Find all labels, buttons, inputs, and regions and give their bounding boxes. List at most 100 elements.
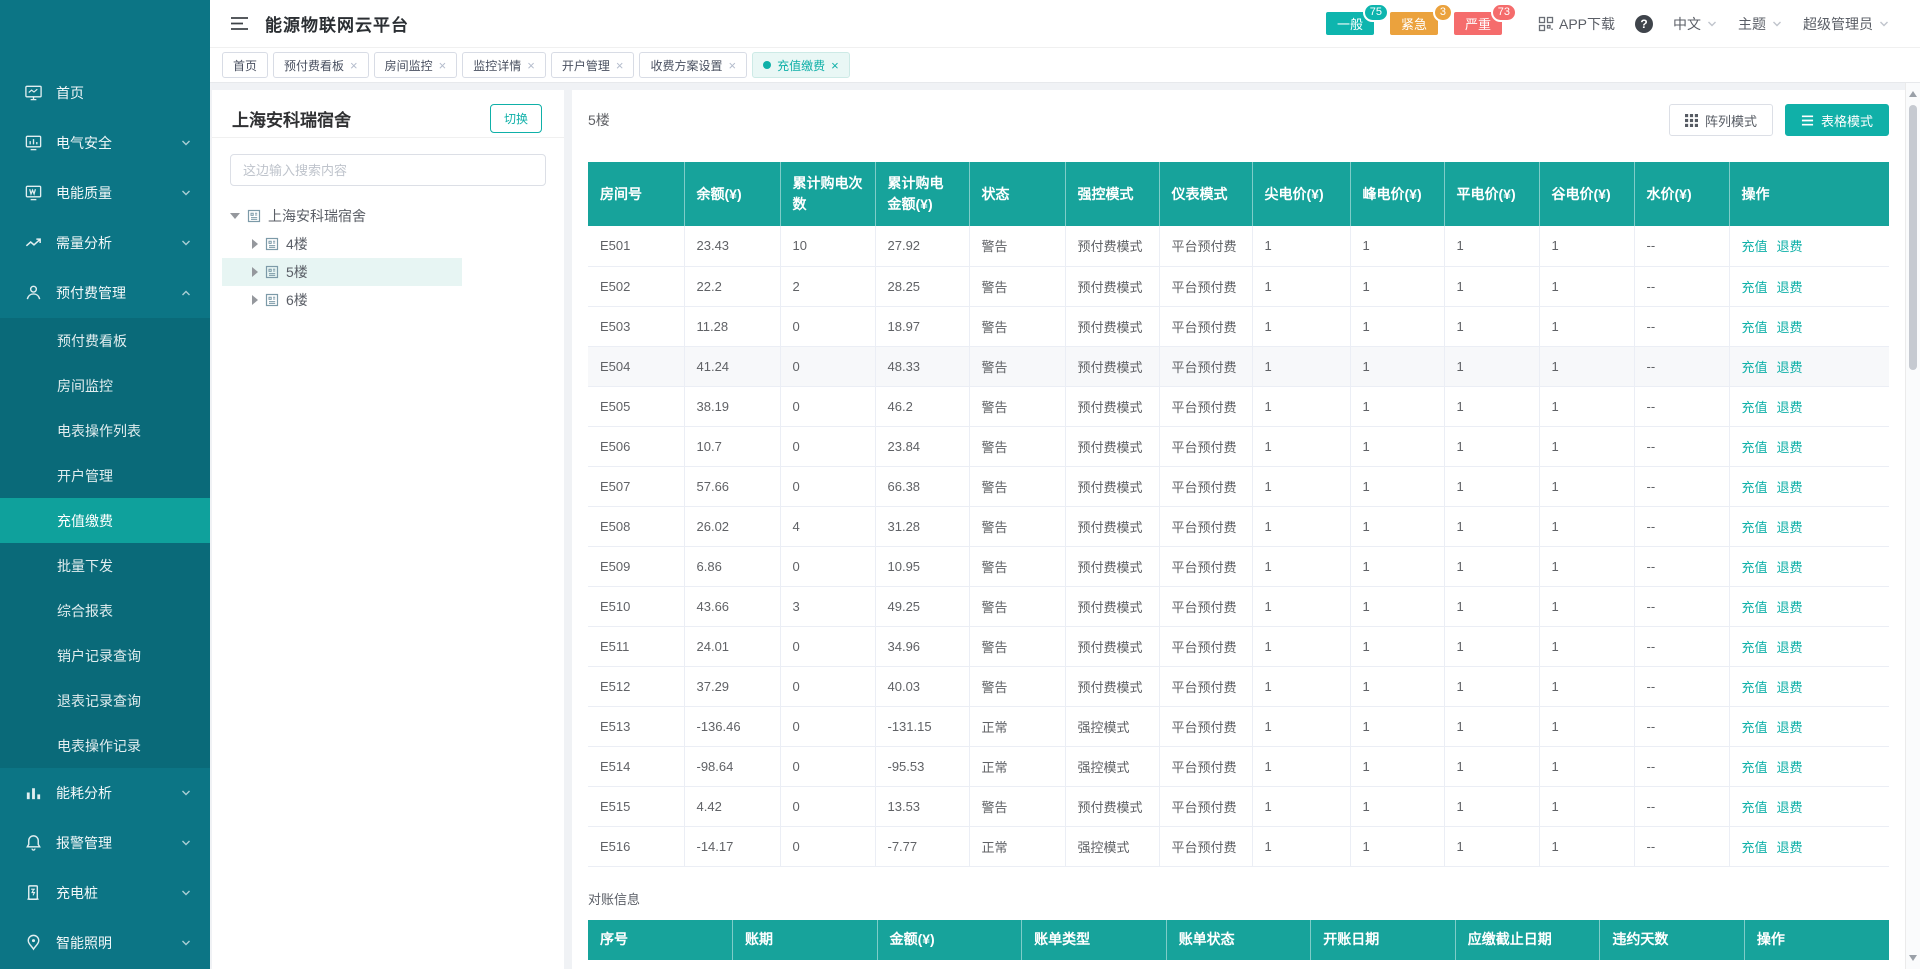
tab-room-monitor[interactable]: 房间监控× bbox=[374, 52, 458, 78]
recharge-link[interactable]: 充值 bbox=[1742, 640, 1768, 655]
sidebar-item-prepaid-dashboard[interactable]: 预付费看板 bbox=[0, 318, 210, 363]
refund-link[interactable]: 退费 bbox=[1777, 640, 1803, 655]
sidebar-item-home[interactable]: 首页 bbox=[0, 68, 210, 118]
sidebar-item-meter-operation-list[interactable]: 电表操作列表 bbox=[0, 408, 210, 453]
active-tab-dot-icon bbox=[763, 61, 771, 69]
recharge-link[interactable]: 充值 bbox=[1742, 400, 1768, 415]
table-cell: 1 bbox=[1539, 746, 1634, 786]
recharge-link[interactable]: 充值 bbox=[1742, 360, 1768, 375]
sidebar-item-account-close-query[interactable]: 销户记录查询 bbox=[0, 633, 210, 678]
recharge-link[interactable]: 充值 bbox=[1742, 720, 1768, 735]
theme-select[interactable]: 主题 bbox=[1738, 14, 1783, 34]
vertical-scrollbar[interactable] bbox=[1905, 83, 1920, 969]
caret-right-icon[interactable] bbox=[252, 267, 258, 277]
app-download-button[interactable]: APP下载 bbox=[1538, 14, 1615, 34]
refund-link[interactable]: 退费 bbox=[1777, 360, 1803, 375]
switch-building-button[interactable]: 切换 bbox=[490, 104, 542, 133]
recharge-link[interactable]: 充值 bbox=[1742, 680, 1768, 695]
recharge-link[interactable]: 充值 bbox=[1742, 600, 1768, 615]
collapse-menu-icon[interactable] bbox=[230, 16, 249, 31]
tab-home[interactable]: 首页 bbox=[222, 52, 268, 78]
table-cell: 1 bbox=[1444, 786, 1539, 826]
refund-link[interactable]: 退费 bbox=[1777, 239, 1803, 254]
tree-node-floor[interactable]: 4楼 bbox=[222, 230, 462, 258]
table-cell: 警告 bbox=[969, 426, 1065, 466]
recharge-link[interactable]: 充值 bbox=[1742, 760, 1768, 775]
sidebar-item-meter-operation-record[interactable]: 电表操作记录 bbox=[0, 723, 210, 768]
refund-link[interactable]: 退费 bbox=[1777, 560, 1803, 575]
table-cell: -- bbox=[1634, 666, 1729, 706]
tree-search-input[interactable] bbox=[230, 154, 546, 186]
sidebar-item-meter-return-query[interactable]: 退表记录查询 bbox=[0, 678, 210, 723]
recharge-link[interactable]: 充值 bbox=[1742, 560, 1768, 575]
refund-link[interactable]: 退费 bbox=[1777, 320, 1803, 335]
sidebar-item-account-open[interactable]: 开户管理 bbox=[0, 453, 210, 498]
recharge-link[interactable]: 充值 bbox=[1742, 520, 1768, 535]
refund-link[interactable]: 退费 bbox=[1777, 280, 1803, 295]
refund-link[interactable]: 退费 bbox=[1777, 720, 1803, 735]
chevron-down-icon bbox=[180, 137, 192, 149]
app-download-label: APP下载 bbox=[1559, 14, 1615, 34]
sidebar-item-charging-pile[interactable]: 充电桩 bbox=[0, 868, 210, 918]
tree-node-root[interactable]: 上海安科瑞宿舍 bbox=[222, 202, 462, 230]
close-icon[interactable]: × bbox=[439, 59, 447, 72]
caret-right-icon[interactable] bbox=[252, 295, 258, 305]
grid-mode-button[interactable]: 阵列模式 bbox=[1669, 104, 1773, 136]
scroll-up-icon[interactable] bbox=[1909, 91, 1917, 97]
alarm-badge-urgent[interactable]: 紧急3 bbox=[1390, 12, 1438, 35]
alarm-badge-general[interactable]: 一般75 bbox=[1326, 12, 1374, 35]
sidebar-item-electric-safety[interactable]: 电气安全 bbox=[0, 118, 210, 168]
sidebar-item-prepaid-management[interactable]: 预付费管理 bbox=[0, 268, 210, 318]
caret-down-icon[interactable] bbox=[230, 213, 240, 219]
close-icon[interactable]: × bbox=[728, 59, 736, 72]
caret-right-icon[interactable] bbox=[252, 239, 258, 249]
recharge-link[interactable]: 充值 bbox=[1742, 840, 1768, 855]
refund-link[interactable]: 退费 bbox=[1777, 440, 1803, 455]
close-icon[interactable]: × bbox=[616, 59, 624, 72]
refund-link[interactable]: 退费 bbox=[1777, 760, 1803, 775]
tree-node-floor[interactable]: 5楼 bbox=[222, 258, 462, 286]
sidebar-subitem-label: 预付费看板 bbox=[57, 331, 127, 351]
sidebar-item-alarm-management[interactable]: 报警管理 bbox=[0, 818, 210, 868]
tree-node-floor[interactable]: 6楼 bbox=[222, 286, 462, 314]
tab-account-open[interactable]: 开户管理× bbox=[551, 52, 635, 78]
close-icon[interactable]: × bbox=[527, 59, 535, 72]
table-cell: 66.38 bbox=[875, 466, 969, 506]
refund-link[interactable]: 退费 bbox=[1777, 400, 1803, 415]
refund-link[interactable]: 退费 bbox=[1777, 680, 1803, 695]
recharge-link[interactable]: 充值 bbox=[1742, 239, 1768, 254]
sidebar-item-room-monitor[interactable]: 房间监控 bbox=[0, 363, 210, 408]
sidebar-item-recharge-pay[interactable]: 充值缴费 bbox=[0, 498, 210, 543]
sidebar-item-power-quality[interactable]: 电能质量 bbox=[0, 168, 210, 218]
recharge-link[interactable]: 充值 bbox=[1742, 800, 1768, 815]
recharge-link[interactable]: 充值 bbox=[1742, 280, 1768, 295]
column-header: 账期 bbox=[733, 920, 878, 960]
alarm-badge-critical[interactable]: 严重73 bbox=[1454, 12, 1502, 35]
tab-prepaid-dashboard[interactable]: 预付费看板× bbox=[273, 52, 369, 78]
user-menu[interactable]: 超级管理员 bbox=[1803, 14, 1890, 34]
recharge-link[interactable]: 充值 bbox=[1742, 320, 1768, 335]
sidebar-item-energy-analysis[interactable]: 能耗分析 bbox=[0, 768, 210, 818]
table-mode-button[interactable]: 表格模式 bbox=[1785, 104, 1889, 136]
sidebar-item-comprehensive-report[interactable]: 综合报表 bbox=[0, 588, 210, 633]
tab-monitor-detail[interactable]: 监控详情× bbox=[462, 52, 546, 78]
tab-recharge-pay[interactable]: 充值缴费× bbox=[752, 52, 850, 78]
scrollbar-thumb[interactable] bbox=[1909, 105, 1917, 370]
sidebar-item-batch-dispatch[interactable]: 批量下发 bbox=[0, 543, 210, 588]
close-icon[interactable]: × bbox=[350, 59, 358, 72]
help-icon[interactable]: ? bbox=[1635, 15, 1653, 33]
refund-link[interactable]: 退费 bbox=[1777, 840, 1803, 855]
refund-link[interactable]: 退费 bbox=[1777, 600, 1803, 615]
recharge-link[interactable]: 充值 bbox=[1742, 480, 1768, 495]
recharge-link[interactable]: 充值 bbox=[1742, 440, 1768, 455]
table-cell: 1 bbox=[1350, 786, 1444, 826]
close-icon[interactable]: × bbox=[831, 59, 839, 72]
refund-link[interactable]: 退费 bbox=[1777, 480, 1803, 495]
language-select[interactable]: 中文 bbox=[1673, 14, 1718, 34]
sidebar-item-demand-analysis[interactable]: 需量分析 bbox=[0, 218, 210, 268]
refund-link[interactable]: 退费 bbox=[1777, 800, 1803, 815]
sidebar-item-smart-lighting[interactable]: 智能照明 bbox=[0, 918, 210, 968]
scroll-down-icon[interactable] bbox=[1909, 955, 1917, 961]
refund-link[interactable]: 退费 bbox=[1777, 520, 1803, 535]
tab-fee-scheme[interactable]: 收费方案设置× bbox=[639, 52, 747, 78]
